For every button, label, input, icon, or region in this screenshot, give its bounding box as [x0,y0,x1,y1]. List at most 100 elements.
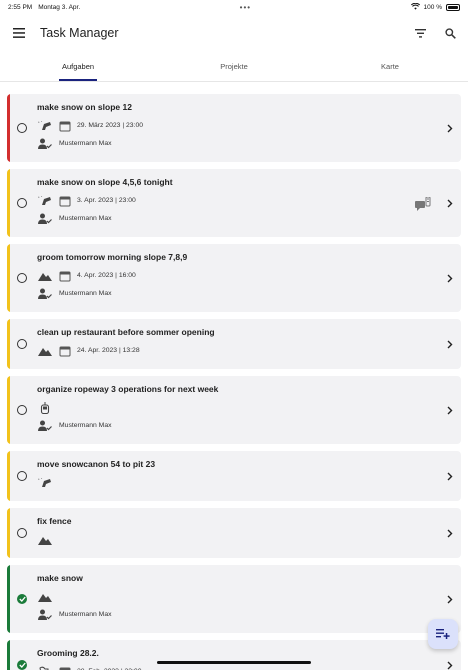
task-card[interactable]: groom tomorrow morning slope 7,8,9 4. Apr… [7,244,461,312]
task-card[interactable]: move snowcanon 54 to pit 23 * * [7,451,461,501]
priority-stripe [7,451,10,501]
mountain-icon [37,591,53,603]
gondola-icon [37,401,53,414]
task-complete-checkbox[interactable] [7,528,37,538]
task-card[interactable]: Grooming 28.2. 28. Feb. 2023 | 22:00 [7,640,461,670]
task-done-checkbox[interactable] [7,594,37,604]
task-assignee: Mustermann Max [59,215,112,222]
priority-stripe [7,94,10,162]
tab-bar: Aufgaben Projekte Karte [0,52,468,82]
circle-icon [17,123,27,133]
task-card[interactable]: fix fence [7,508,461,558]
wifi-icon [410,2,420,12]
task-complete-checkbox[interactable] [7,198,37,208]
task-type-row: * * [37,475,439,490]
task-assignee: Mustermann Max [59,140,112,147]
task-assignee: Mustermann Max [59,422,112,429]
circle-icon [17,273,27,283]
tab-aufgaben[interactable]: Aufgaben [0,52,156,81]
task-done-checkbox[interactable] [7,660,37,670]
task-card[interactable]: make snow on slope 12 * * 29. März 2023 | 2… [7,94,461,162]
task-assignee-row: Mustermann Max [37,607,439,622]
tab-projekte[interactable]: Projekte [156,52,312,81]
svg-text:*: * [38,120,40,125]
person-check-icon [37,420,53,432]
priority-stripe [7,565,10,633]
person-check-icon [37,288,53,300]
task-datetime: 24. Apr. 2023 | 13:28 [77,347,140,354]
calendar-icon [59,195,71,207]
app-bar: Task Manager [0,14,468,52]
task-type-row: 28. Feb. 2023 | 22:00 [37,664,439,670]
task-name: make snow on slope 4,5,6 tonight [37,177,173,187]
task-assignee: Mustermann Max [59,611,112,618]
multitask-dots-icon[interactable]: ••• [240,3,251,12]
chevron-right-icon[interactable] [439,340,461,349]
add-task-icon [436,629,450,639]
task-type-row: * * 3. Apr. 2023 | 23:00 [37,193,439,208]
chat-icon[interactable] [415,196,431,216]
task-card[interactable]: clean up restaurant before sommer openin… [7,319,461,369]
task-type-row [37,532,439,547]
home-indicator[interactable] [157,661,311,664]
task-complete-checkbox[interactable] [7,123,37,133]
chevron-right-icon[interactable] [439,406,461,415]
snow-cannon-icon: * * [37,120,53,132]
task-complete-checkbox[interactable] [7,405,37,415]
person-check-icon [37,213,53,225]
circle-icon [17,528,27,538]
snow-cannon-icon: * * [37,477,53,489]
task-complete-checkbox[interactable] [7,273,37,283]
task-datetime: 4. Apr. 2023 | 16:00 [77,272,136,279]
priority-stripe [7,508,10,558]
task-type-row: * * 29. März 2023 | 23:00 [37,118,439,133]
svg-text:*: * [41,120,43,124]
svg-text:*: * [41,195,43,199]
task-complete-checkbox[interactable] [7,339,37,349]
check-circle-icon [17,660,27,670]
search-icon[interactable] [442,25,458,41]
tab-karte[interactable]: Karte [312,52,468,81]
calendar-icon [59,345,71,357]
mountain-icon [37,345,53,357]
calendar-icon [59,666,71,670]
task-card[interactable]: make snow Mustermann Max [7,565,461,633]
task-datetime: 3. Apr. 2023 | 23:00 [77,197,136,204]
task-name: move snowcanon 54 to pit 23 [37,459,156,469]
task-name: make snow [37,573,83,583]
page-title: Task Manager [40,26,119,40]
task-assignee-row: Mustermann Max [37,286,439,301]
task-assignee-row: Mustermann Max [37,418,439,433]
priority-stripe [7,640,10,670]
chevron-right-icon[interactable] [439,661,461,670]
task-assignee-row: Mustermann Max [37,136,439,151]
task-name: Grooming 28.2. [37,648,99,658]
menu-icon[interactable] [10,25,28,41]
chevron-right-icon[interactable] [439,529,461,538]
battery-percent: 100 % [423,3,442,11]
check-circle-icon [17,594,27,604]
chevron-right-icon[interactable] [439,199,461,208]
task-card[interactable]: organize ropeway 3 operations for next w… [7,376,461,444]
person-check-icon [37,138,53,150]
chevron-right-icon[interactable] [439,472,461,481]
task-type-row [37,589,439,604]
mountain-icon [37,534,53,546]
groomer-icon [37,666,53,670]
chevron-right-icon[interactable] [439,274,461,283]
battery-icon [445,3,460,11]
status-time: 2:55 PM [8,3,33,11]
circle-icon [17,339,27,349]
person-check-icon [37,609,53,621]
add-task-button[interactable] [428,619,458,649]
task-type-row: 4. Apr. 2023 | 16:00 [37,268,439,283]
task-complete-checkbox[interactable] [7,471,37,481]
task-card[interactable]: make snow on slope 4,5,6 tonight * * 3. Apr… [7,169,461,237]
mountain-icon [37,270,53,282]
chevron-right-icon[interactable] [439,595,461,604]
filter-icon[interactable] [412,25,428,41]
circle-icon [17,198,27,208]
status-bar: 2:55 PM Montag 3. Apr. ••• 100 % [0,0,468,14]
task-name: fix fence [37,516,72,526]
chevron-right-icon[interactable] [439,124,461,133]
